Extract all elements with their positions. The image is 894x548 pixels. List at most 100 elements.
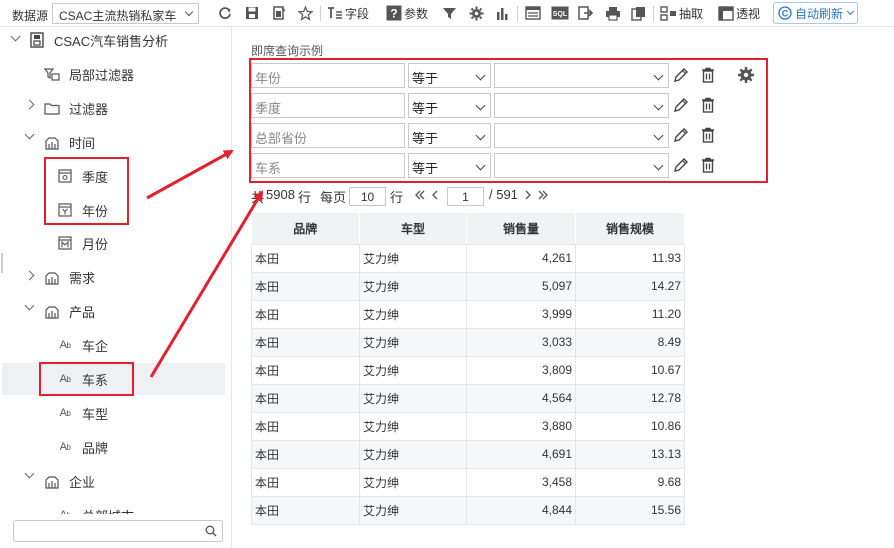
business-theme-icon <box>29 32 45 48</box>
table-cell: 4,691 <box>466 440 576 469</box>
table-cell: 3,809 <box>466 356 576 385</box>
expand-arrow-icon[interactable] <box>24 99 35 110</box>
text-field-icon: Ab <box>59 339 71 351</box>
extract-icon <box>660 5 676 21</box>
table-row[interactable]: 本田 艾力绅 4,564 12.78 <box>251 384 685 413</box>
tree-root[interactable]: CSAC汽车销售分析 <box>29 30 168 50</box>
table-row[interactable]: 本田 艾力绅 5,097 14.27 <box>251 272 685 301</box>
column-header[interactable]: 销售量 <box>466 213 576 245</box>
refresh-icon[interactable] <box>218 4 232 22</box>
star-icon[interactable] <box>298 4 313 22</box>
last-page-icon[interactable] <box>537 189 549 201</box>
text-field-icon: Ab <box>59 407 71 419</box>
tree-item-hq-city[interactable]: Ab 总部城市 <box>57 505 134 515</box>
auto-refresh-label: 自动刷新 <box>795 6 844 21</box>
table-row[interactable]: 本田 艾力绅 4,261 11.93 <box>251 244 685 273</box>
pivot-button[interactable]: 透视 <box>718 4 760 22</box>
tree-item-demand[interactable]: 需求 <box>44 267 95 287</box>
table-cell: 本田 <box>251 328 360 357</box>
current-page-input[interactable]: 1 <box>447 187 484 206</box>
datasource-label: 数据源 <box>12 9 49 23</box>
table-cell: 3,033 <box>466 328 576 357</box>
expand-arrow-icon[interactable] <box>24 300 35 311</box>
gear-icon[interactable] <box>469 4 484 22</box>
table-cell: 艾力绅 <box>359 300 467 329</box>
tree-item-product[interactable]: 产品 <box>44 301 95 321</box>
tree-item-time[interactable]: 时间 <box>44 132 95 152</box>
tree-item-label: 企业 <box>69 474 96 490</box>
table-row[interactable]: 本田 艾力绅 3,999 11.20 <box>251 300 685 329</box>
datasource-select[interactable]: CSAC主流热销私家车 <box>52 3 199 24</box>
param-label: 参数 <box>404 6 429 21</box>
tree-item-label: 月份 <box>82 236 109 252</box>
expand-arrow-icon[interactable] <box>24 468 35 479</box>
auto-refresh-icon: C <box>778 6 792 20</box>
save-as-icon[interactable] <box>272 4 286 22</box>
tree-item-filter[interactable]: 过滤器 <box>44 98 108 118</box>
annotation-box-query-conditions <box>249 58 768 183</box>
tree-scrollbar[interactable] <box>1 253 3 273</box>
table-cell: 本田 <box>251 412 360 441</box>
table-cell: 艾力绅 <box>359 440 467 469</box>
table-cell: 9.68 <box>575 468 685 497</box>
column-header[interactable]: 销售规模 <box>575 213 685 245</box>
text-field-icon: Ab <box>59 441 71 453</box>
table-cell: 3,458 <box>466 468 576 497</box>
param-button[interactable]: ? 参数 <box>386 4 428 22</box>
data-table: 品牌 车型 销售量 销售规模 本田 艾力绅 4,261 11.93 本田 艾力绅 5,097… <box>251 213 685 525</box>
extract-button[interactable]: 抽取 <box>660 4 703 22</box>
save-icon[interactable] <box>245 4 259 22</box>
tree-item-label: 过滤器 <box>69 101 109 117</box>
next-page-icon[interactable] <box>523 189 533 201</box>
table-row[interactable]: 本田 艾力绅 4,844 15.56 <box>251 496 685 525</box>
toolbar-divider <box>653 6 654 21</box>
table-row[interactable]: 本田 艾力绅 3,458 9.68 <box>251 468 685 497</box>
table-cell: 本田 <box>251 440 360 469</box>
pager-per-page-label: 每页 <box>320 190 347 205</box>
first-page-icon[interactable] <box>414 189 426 201</box>
tree-item-model[interactable]: Ab 车型 <box>57 403 108 423</box>
tree-item-month[interactable]: 月份 <box>57 233 108 253</box>
filter-icon[interactable] <box>442 4 457 22</box>
tree-search-input[interactable] <box>13 520 223 542</box>
table-cell: 10.67 <box>575 356 685 385</box>
dimension-folder-icon <box>44 473 60 489</box>
bar-chart-icon[interactable] <box>495 4 510 22</box>
text-field-icon: Ab <box>57 507 73 514</box>
column-header[interactable]: 品牌 <box>251 213 360 245</box>
table-cell: 艾力绅 <box>359 496 467 525</box>
table-cell: 本田 <box>251 384 360 413</box>
field-button[interactable]: 字段 <box>327 4 369 22</box>
toolbar: 数据源 CSAC主流热销私家车 字段 ? 参数 SQL 抽取 透视 C 自动刷新 <box>0 0 894 27</box>
expand-arrow-icon[interactable] <box>10 31 21 42</box>
table-cell: 艾力绅 <box>359 244 467 273</box>
table-view-icon[interactable] <box>525 4 541 22</box>
expand-arrow-icon[interactable] <box>24 270 35 281</box>
table-cell: 4,844 <box>466 496 576 525</box>
tree-clip: Ab 总部城市 <box>57 503 177 515</box>
expand-arrow-icon[interactable] <box>24 129 35 140</box>
tree-item-automaker[interactable]: Ab 车企 <box>57 335 108 355</box>
table-row[interactable]: 本田 艾力绅 3,033 8.49 <box>251 328 685 357</box>
pager-total: 5908 <box>266 187 295 202</box>
field-tree-panel: CSAC汽车销售分析 局部过滤器 过滤器 时间 季度 年份 月份 需求 产品 A… <box>0 27 232 548</box>
table-row[interactable]: 本田 艾力绅 3,809 10.67 <box>251 356 685 385</box>
export-icon[interactable] <box>578 4 593 22</box>
prev-page-icon[interactable] <box>430 189 440 201</box>
tree-item-brand[interactable]: Ab 品牌 <box>57 437 108 457</box>
pager-total-suffix: 行 <box>298 190 312 205</box>
per-page-input[interactable]: 10 <box>349 187 386 206</box>
tree-item-label: 总部城市 <box>82 506 134 515</box>
copy-icon[interactable] <box>631 4 646 22</box>
column-header[interactable]: 车型 <box>359 213 467 245</box>
table-row[interactable]: 本田 艾力绅 4,691 13.13 <box>251 440 685 469</box>
tree-item-local-filter[interactable]: 局部过滤器 <box>44 64 134 84</box>
table-row[interactable]: 本田 艾力绅 3,880 10.86 <box>251 412 685 441</box>
auto-refresh-button[interactable]: C 自动刷新 <box>773 2 858 24</box>
tree-item-enterprise[interactable]: 企业 <box>44 471 95 491</box>
table-cell: 艾力绅 <box>359 328 467 357</box>
print-icon[interactable] <box>605 4 621 22</box>
table-cell: 3,999 <box>466 300 576 329</box>
sql-icon[interactable]: SQL <box>551 4 569 22</box>
table-cell: 3,880 <box>466 412 576 441</box>
